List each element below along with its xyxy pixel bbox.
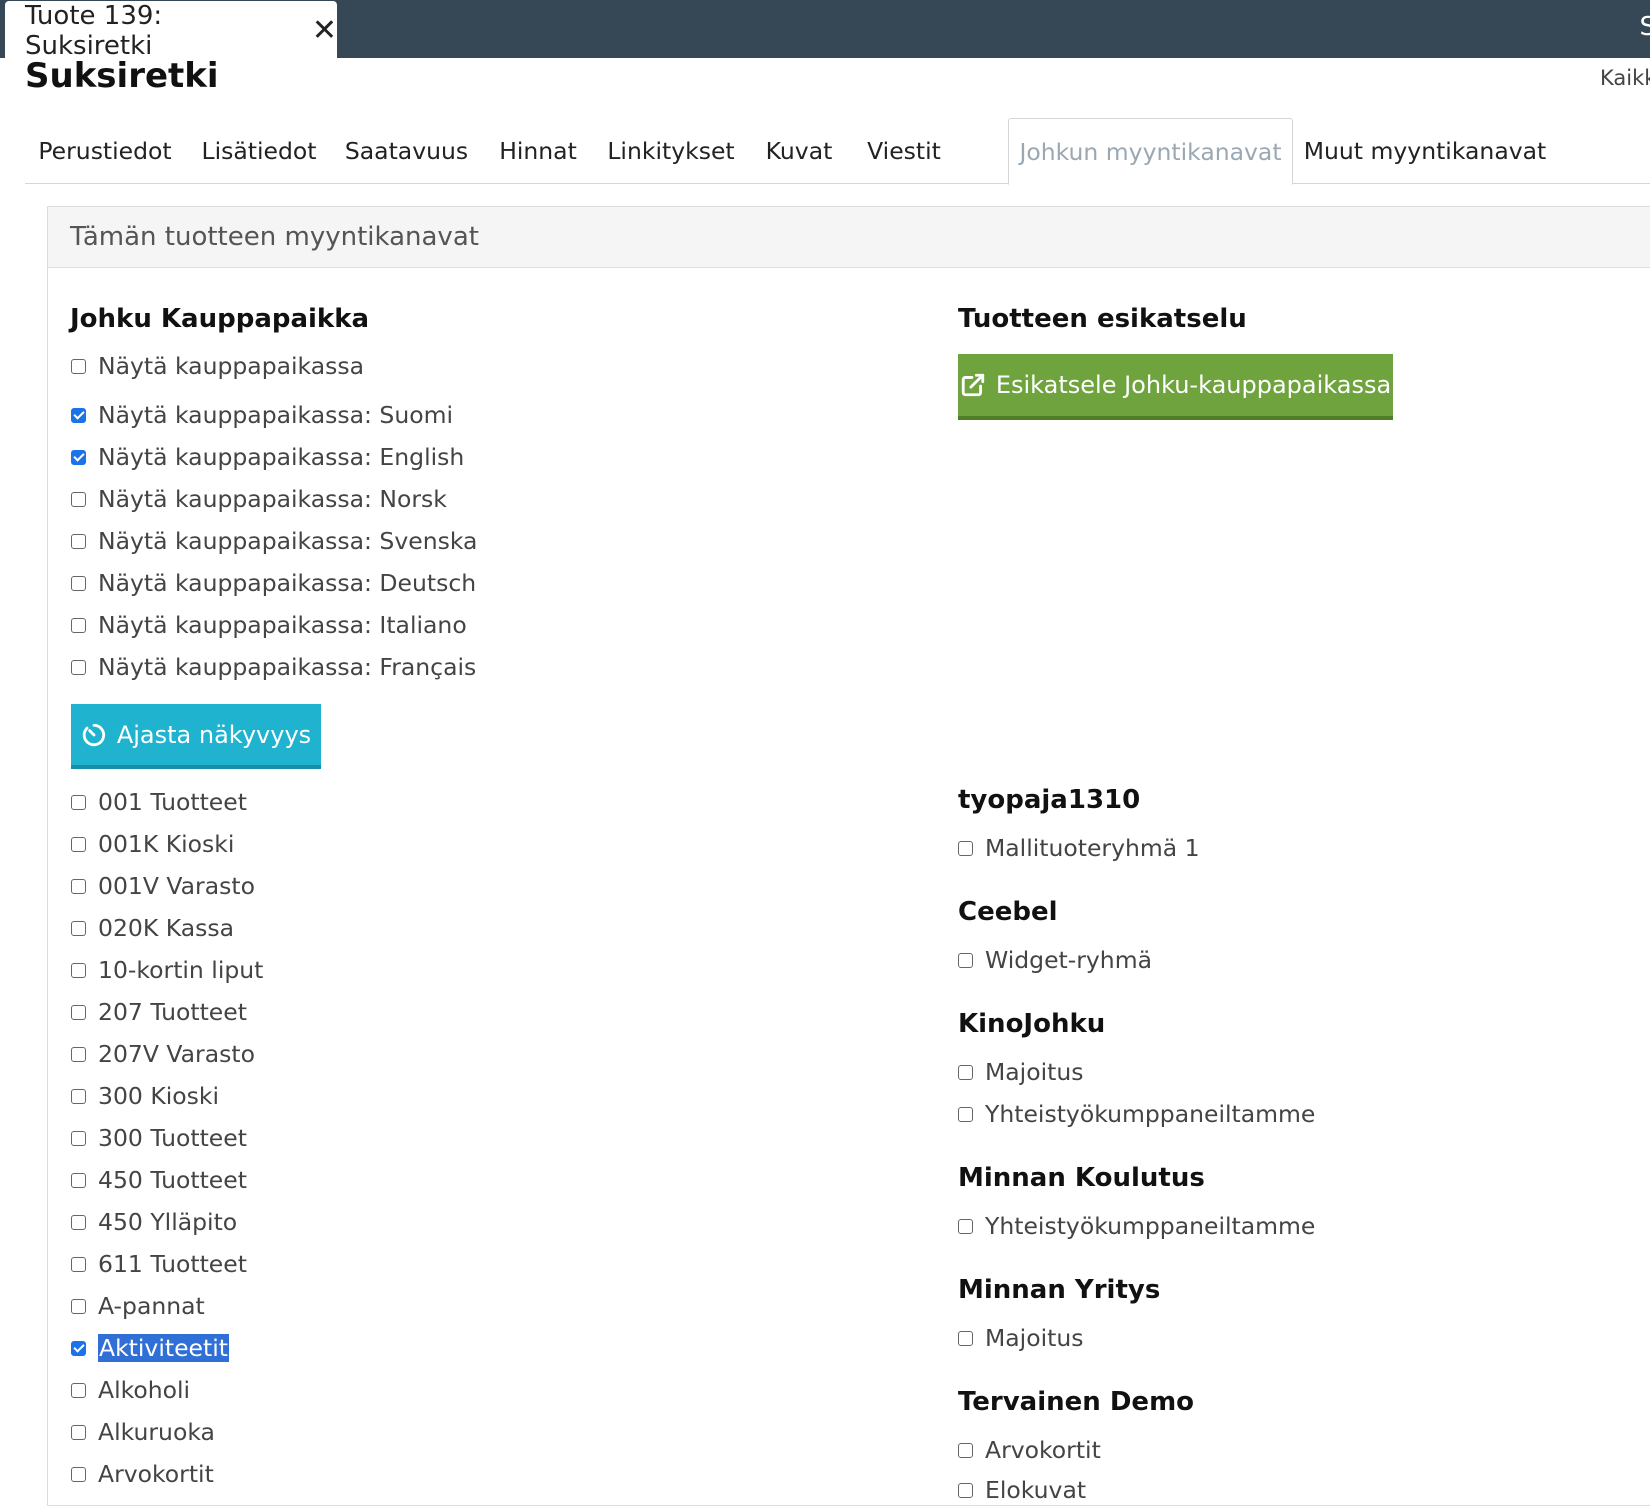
document-tab[interactable]: Tuote 139: Suksiretki ✕ bbox=[5, 0, 337, 61]
group-option[interactable]: 207V Varasto bbox=[71, 1040, 255, 1068]
channel-option[interactable]: Mallituoteryhmä 1 bbox=[958, 834, 1200, 862]
channel-heading: Tervainen Demo bbox=[958, 1387, 1195, 1417]
group-option-aktiviteetit[interactable]: Aktiviteetit bbox=[71, 1334, 229, 1362]
group-option[interactable]: 001V Varasto bbox=[71, 872, 255, 900]
document-tab-title: Tuote 139: Suksiretki bbox=[25, 0, 163, 61]
checkbox[interactable] bbox=[958, 1482, 973, 1498]
marketplace-option-english[interactable]: Näytä kauppapaikassa: English bbox=[71, 443, 464, 471]
marketplace-option-deutsch[interactable]: Näytä kauppapaikassa: Deutsch bbox=[71, 569, 476, 597]
schedule-visibility-button[interactable]: Ajasta näkyvyys bbox=[71, 704, 321, 769]
checkbox[interactable] bbox=[71, 1046, 86, 1062]
group-option[interactable]: Alkuruoka bbox=[71, 1418, 215, 1446]
tab-perustiedot[interactable]: Perustiedot bbox=[25, 118, 185, 184]
group-option[interactable]: 300 Kioski bbox=[71, 1082, 219, 1110]
channel-heading: Minnan Yritys bbox=[958, 1275, 1161, 1305]
checkbox[interactable] bbox=[958, 840, 973, 856]
close-icon[interactable]: ✕ bbox=[312, 15, 337, 46]
checkbox[interactable] bbox=[71, 794, 86, 810]
checkbox[interactable] bbox=[71, 1298, 86, 1314]
marketplace-option-francais[interactable]: Näytä kauppapaikassa: Français bbox=[71, 653, 476, 681]
page-title: Suksiretki bbox=[25, 56, 219, 96]
tab-hinnat[interactable]: Hinnat bbox=[482, 118, 594, 184]
group-option[interactable]: Arvokortit bbox=[71, 1460, 214, 1488]
channel-option[interactable]: Majoitus bbox=[958, 1058, 1083, 1086]
checkbox[interactable] bbox=[71, 1424, 86, 1440]
checkbox[interactable] bbox=[958, 1218, 973, 1234]
checkbox[interactable] bbox=[71, 1172, 86, 1188]
checkbox[interactable] bbox=[71, 1214, 86, 1230]
group-option[interactable]: 450 Tuotteet bbox=[71, 1166, 247, 1194]
marketplace-option-italiano[interactable]: Näytä kauppapaikassa: Italiano bbox=[71, 611, 467, 639]
checkbox[interactable] bbox=[71, 1130, 86, 1146]
checkbox[interactable] bbox=[958, 1330, 973, 1346]
tab-johkun-myyntikanavat[interactable]: Johkun myyntikanavat bbox=[1008, 118, 1293, 185]
checkbox[interactable] bbox=[71, 1088, 86, 1104]
timer-icon bbox=[82, 723, 105, 746]
checkbox[interactable] bbox=[71, 659, 86, 675]
checkbox[interactable] bbox=[71, 920, 86, 936]
topbar-right-text[interactable]: S bbox=[1639, 12, 1650, 42]
checkbox[interactable] bbox=[71, 358, 86, 374]
tab-saatavuus[interactable]: Saatavuus bbox=[333, 118, 480, 184]
checkbox[interactable] bbox=[71, 962, 86, 978]
marketplace-option-norsk[interactable]: Näytä kauppapaikassa: Norsk bbox=[71, 485, 447, 513]
marketplace-option-svenska[interactable]: Näytä kauppapaikassa: Svenska bbox=[71, 527, 477, 555]
channel-heading: Ceebel bbox=[958, 897, 1058, 927]
checkbox-checked[interactable] bbox=[71, 449, 86, 465]
panel-title: Tämän tuotteen myyntikanavat bbox=[48, 207, 1650, 268]
group-option[interactable]: 001 Tuotteet bbox=[71, 788, 247, 816]
checkbox[interactable] bbox=[71, 1256, 86, 1272]
checkbox[interactable] bbox=[71, 1004, 86, 1020]
group-option[interactable]: 300 Tuotteet bbox=[71, 1124, 247, 1152]
checkbox[interactable] bbox=[958, 952, 973, 968]
checkbox[interactable] bbox=[71, 575, 86, 591]
checkbox[interactable] bbox=[71, 617, 86, 633]
checkbox[interactable] bbox=[958, 1106, 973, 1122]
channel-option[interactable]: Majoitus bbox=[958, 1324, 1083, 1352]
group-option[interactable]: Alkoholi bbox=[71, 1376, 190, 1404]
group-option[interactable]: 450 Ylläpito bbox=[71, 1208, 237, 1236]
checkbox[interactable] bbox=[71, 836, 86, 852]
checkbox[interactable] bbox=[71, 878, 86, 894]
marketplace-heading: Johku Kauppapaikka bbox=[70, 304, 370, 334]
channel-option[interactable]: Elokuvat bbox=[958, 1476, 1086, 1504]
checkbox[interactable] bbox=[71, 1466, 86, 1482]
group-option[interactable]: 10-kortin liput bbox=[71, 956, 263, 984]
tab-bar: Perustiedot Lisätiedot Saatavuus Hinnat … bbox=[25, 118, 1650, 185]
checkbox[interactable] bbox=[958, 1064, 973, 1080]
preview-button[interactable]: Esikatsele Johku-kauppapaikassa bbox=[958, 354, 1393, 420]
channel-option[interactable]: Widget-ryhmä bbox=[958, 946, 1152, 974]
channel-option[interactable]: Arvokortit bbox=[958, 1436, 1101, 1464]
tab-viestit[interactable]: Viestit bbox=[852, 118, 956, 184]
top-right-link[interactable]: Kaikk bbox=[1600, 66, 1650, 90]
checkbox[interactable] bbox=[958, 1442, 973, 1458]
checkbox-checked[interactable] bbox=[71, 1340, 86, 1356]
checkbox[interactable] bbox=[71, 533, 86, 549]
external-link-icon bbox=[961, 373, 984, 397]
marketplace-option-suomi[interactable]: Näytä kauppapaikassa: Suomi bbox=[71, 401, 453, 429]
channel-heading: tyopaja1310 bbox=[958, 785, 1141, 815]
marketplace-option[interactable]: Näytä kauppapaikassa bbox=[71, 352, 364, 380]
preview-heading: Tuotteen esikatselu bbox=[958, 304, 1247, 334]
channel-heading: KinoJohku bbox=[958, 1009, 1106, 1039]
tab-lisatiedot[interactable]: Lisätiedot bbox=[187, 118, 331, 184]
channel-option[interactable]: Yhteistyökumppaneiltamme bbox=[958, 1212, 1315, 1240]
group-option[interactable]: A-pannat bbox=[71, 1292, 205, 1320]
tab-linkitykset[interactable]: Linkitykset bbox=[596, 118, 746, 184]
channel-option[interactable]: Yhteistyökumppaneiltamme bbox=[958, 1100, 1315, 1128]
group-option[interactable]: 020K Kassa bbox=[71, 914, 234, 942]
checkbox[interactable] bbox=[71, 491, 86, 507]
group-option[interactable]: 611 Tuotteet bbox=[71, 1250, 247, 1278]
selected-text: Aktiviteetit bbox=[98, 1334, 229, 1362]
tab-muut-myyntikanavat[interactable]: Muut myyntikanavat bbox=[1295, 118, 1555, 184]
tab-kuvat[interactable]: Kuvat bbox=[748, 118, 850, 184]
checkbox-checked[interactable] bbox=[71, 407, 86, 423]
checkbox[interactable] bbox=[71, 1382, 86, 1398]
channel-heading: Minnan Koulutus bbox=[958, 1163, 1205, 1193]
group-option[interactable]: 207 Tuotteet bbox=[71, 998, 247, 1026]
group-option[interactable]: 001K Kioski bbox=[71, 830, 234, 858]
